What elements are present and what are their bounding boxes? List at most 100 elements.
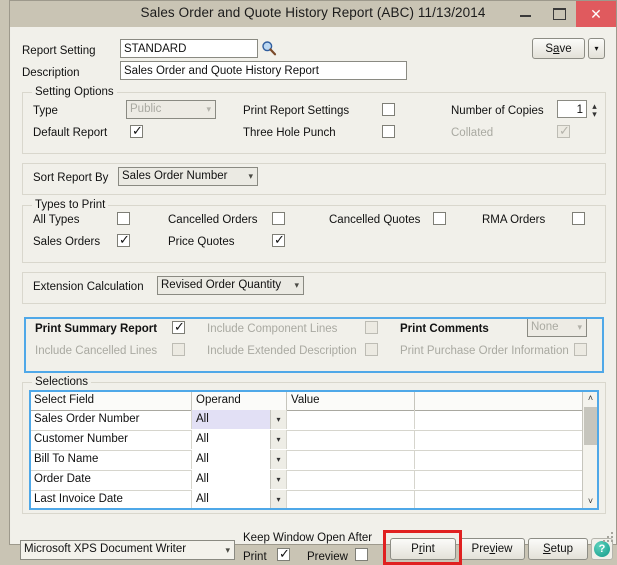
all-types-label: All Types [33,214,79,226]
magnifier-icon[interactable] [261,40,277,56]
print-report-settings-checkbox[interactable] [382,103,395,116]
cell-value2[interactable] [415,430,585,449]
chevron-down-icon[interactable]: ▾ [270,430,286,449]
table-row[interactable]: Bill To Name All▾ [30,450,598,471]
cancelled-quotes-checkbox[interactable] [433,212,446,225]
chevron-down-icon[interactable]: ▾ [270,470,286,489]
close-icon: ✕ [590,6,602,23]
chevron-down-icon: ▾ [225,541,230,559]
cell-value[interactable] [287,490,415,509]
check-icon: ✓ [132,124,143,137]
cell-value[interactable] [287,410,415,429]
include-component-lines-checkbox [365,321,378,334]
cell-operand[interactable]: All▾ [192,410,287,429]
price-quotes-label: Price Quotes [168,236,234,248]
include-extended-description-label: Include Extended Description [207,345,357,357]
cell-select-field[interactable]: Bill To Name [30,450,192,469]
save-dropdown-button[interactable]: ▾ [588,38,605,59]
printer-select[interactable]: Microsoft XPS Document Writer▾ [20,540,235,560]
cell-operand[interactable]: All▾ [192,470,287,489]
column-header-value: Value [287,391,415,410]
report-window: Sales Order and Quote History Report (AB… [9,0,617,545]
scroll-down-icon[interactable]: ˅ [583,494,598,509]
number-of-copies-stepper[interactable]: ▴ ▾ [589,102,600,118]
minimize-icon [520,15,531,17]
scroll-up-icon[interactable]: ˄ [583,391,598,406]
sort-group [22,163,606,195]
window-client-area: Report Setting STANDARD Description Sale… [11,27,616,544]
setting-options-group [22,92,606,154]
cell-operand[interactable]: All▾ [192,430,287,449]
print-purchase-order-information-label: Print Purchase Order Information [400,345,569,357]
sales-orders-label: Sales Orders [33,236,100,248]
print-report-settings-label: Print Report Settings [243,105,349,117]
print-summary-report-checkbox[interactable]: ✓ [172,321,185,334]
cell-value[interactable] [287,450,415,469]
check-icon: ✓ [279,547,290,560]
selections-title: Selections [32,376,91,388]
scrollbar-thumb[interactable] [584,407,597,445]
cell-value2[interactable] [415,490,585,509]
cell-value[interactable] [287,430,415,449]
extension-calculation-select[interactable]: Revised Order Quantity▾ [157,276,304,295]
cell-select-field[interactable]: Last Invoice Date [30,490,192,509]
keep-open-print-checkbox[interactable]: ✓ [277,548,290,561]
all-types-checkbox[interactable] [117,212,130,225]
chevron-down-icon[interactable]: ▾ [270,450,286,469]
cell-select-field[interactable]: Customer Number [30,430,192,449]
table-row[interactable]: Order Date All▾ [30,470,598,491]
extension-calculation-label: Extension Calculation [33,281,144,293]
cell-value2[interactable] [415,450,585,469]
sort-report-by-select[interactable]: Sales Order Number▾ [118,167,258,186]
selections-grid[interactable]: Select Field Operand Value Sales Order N… [29,390,599,510]
help-icon: ? [594,541,610,557]
selections-scrollbar[interactable]: ˄ ˅ [582,391,598,509]
cell-select-field[interactable]: Order Date [30,470,192,489]
print-button[interactable]: Print [390,538,456,560]
preview-button[interactable]: Preview [459,538,525,560]
setup-button[interactable]: Setup [528,538,588,560]
cell-operand[interactable]: All▾ [192,450,287,469]
report-setting-input[interactable]: STANDARD [120,39,258,58]
type-label: Type [33,105,58,117]
chevron-down-icon[interactable]: ▾ [270,410,286,429]
keep-open-preview-checkbox[interactable] [355,548,368,561]
cancelled-orders-checkbox[interactable] [272,212,285,225]
rma-orders-label: RMA Orders [482,214,545,226]
save-button[interactable]: Save [532,38,585,59]
number-of-copies-input[interactable]: 1 [557,100,587,118]
description-input[interactable]: Sales Order and Quote History Report [120,61,407,80]
resize-grip[interactable] [603,532,613,542]
cancelled-orders-label: Cancelled Orders [168,214,257,226]
maximize-button[interactable] [542,1,576,27]
cell-value2[interactable] [415,410,585,429]
minimize-button[interactable] [508,1,542,27]
three-hole-punch-checkbox[interactable] [382,125,395,138]
cell-operand[interactable]: All▾ [192,490,287,509]
sales-orders-checkbox[interactable]: ✓ [117,234,130,247]
collated-label: Collated [451,127,493,139]
column-header-select-field: Select Field [30,391,192,410]
keep-window-open-label: Keep Window Open After [243,532,372,544]
three-hole-punch-label: Three Hole Punch [243,127,336,139]
table-row[interactable]: Sales Order Number All▾ [30,410,598,431]
check-icon: ✓ [174,320,185,333]
types-to-print-title: Types to Print [32,199,108,211]
chevron-down-icon: ▾ [206,101,211,118]
rma-orders-checkbox[interactable] [572,212,585,225]
column-header-value2 [415,391,585,410]
close-button[interactable]: ✕ [576,1,616,27]
chevron-down-icon: ▾ [248,168,253,185]
cell-select-field[interactable]: Sales Order Number [30,410,192,429]
cell-value2[interactable] [415,470,585,489]
print-comments-select[interactable]: None▾ [527,318,587,337]
table-row[interactable]: Last Invoice Date All▾ [30,490,598,510]
price-quotes-checkbox[interactable]: ✓ [272,234,285,247]
default-report-checkbox[interactable]: ✓ [130,125,143,138]
stepper-down-icon: ▾ [589,110,600,118]
chevron-down-icon[interactable]: ▾ [270,490,286,509]
table-row[interactable]: Customer Number All▾ [30,430,598,451]
report-setting-label: Report Setting [22,45,96,57]
title-bar: Sales Order and Quote History Report (AB… [10,1,616,27]
cell-value[interactable] [287,470,415,489]
